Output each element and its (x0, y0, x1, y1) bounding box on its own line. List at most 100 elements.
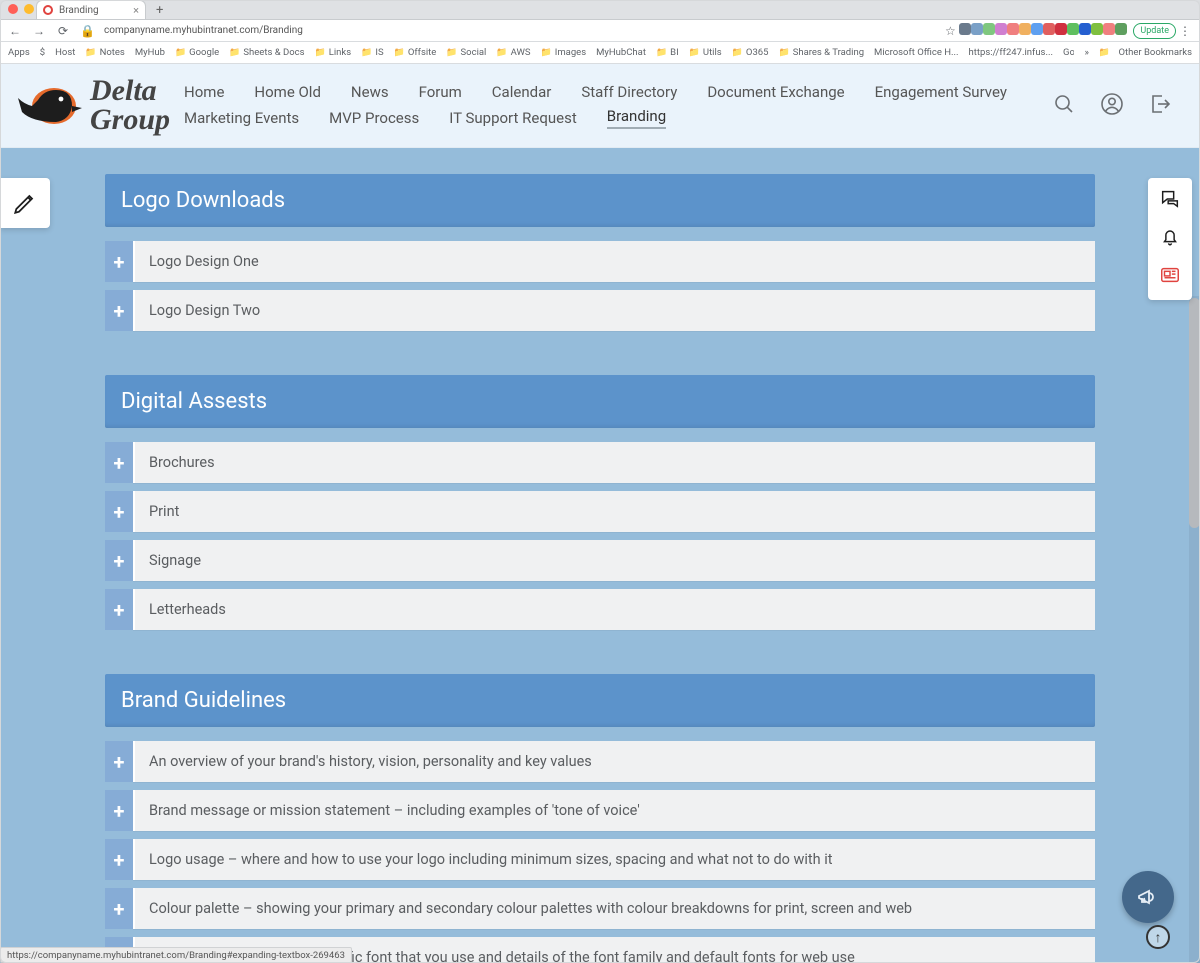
edit-page-button[interactable] (0, 178, 50, 228)
accordion-label[interactable]: Logo Design Two (133, 290, 1095, 331)
accordion-label[interactable]: Logo usage – where and how to use your l… (133, 839, 1095, 880)
accordion-item[interactable]: +Signage (105, 540, 1095, 581)
scrollbar-thumb[interactable] (1189, 298, 1200, 528)
accordion-label[interactable]: Logo Design One (133, 241, 1095, 282)
bookmark-item[interactable]: Images (541, 47, 587, 58)
nav-marketing-events[interactable]: Marketing Events (184, 109, 299, 127)
search-icon[interactable] (1052, 92, 1076, 120)
url-field[interactable]: companyname.myhubintranet.com/Branding (104, 25, 303, 36)
nav-news[interactable]: News (351, 83, 389, 101)
other-bookmarks[interactable]: Other Bookmarks (1099, 47, 1192, 58)
expand-icon[interactable]: + (105, 741, 133, 782)
chat-icon[interactable] (1159, 188, 1181, 214)
bookmark-item[interactable]: O365 (732, 47, 769, 58)
accordion-label[interactable]: Signage (133, 540, 1095, 581)
extension-icon[interactable] (971, 23, 983, 35)
nav-it-support-request[interactable]: IT Support Request (449, 109, 577, 127)
extension-icon[interactable] (1019, 23, 1031, 35)
expand-icon[interactable]: + (105, 241, 133, 282)
close-window-icon[interactable] (8, 4, 18, 14)
accordion-label[interactable]: Colour palette – showing your primary an… (133, 888, 1095, 929)
expand-icon[interactable]: + (105, 491, 133, 532)
logout-icon[interactable] (1148, 92, 1172, 120)
extension-icon[interactable] (959, 23, 971, 35)
expand-icon[interactable]: + (105, 589, 133, 630)
bookmark-item[interactable]: MyHubChat (596, 47, 646, 58)
extension-icon[interactable] (1007, 23, 1019, 35)
extension-icon[interactable] (1115, 23, 1127, 35)
expand-icon[interactable]: + (105, 290, 133, 331)
accordion-item[interactable]: +Logo Design Two (105, 290, 1095, 331)
bookmark-item[interactable]: Utils (689, 47, 722, 58)
nav-staff-directory[interactable]: Staff Directory (581, 83, 677, 101)
bookmark-item[interactable]: Microsoft Office H... (874, 47, 959, 58)
accordion-item[interactable]: +Letterheads (105, 589, 1095, 630)
accordion-label[interactable]: Brand message or mission statement – inc… (133, 790, 1095, 831)
extension-icon[interactable] (1055, 23, 1067, 35)
accordion-item[interactable]: +Brochures (105, 442, 1095, 483)
nav-reload-icon[interactable]: ⟳ (56, 24, 70, 38)
nav-forward-icon[interactable]: → (32, 24, 46, 38)
accordion-label[interactable]: Letterheads (133, 589, 1095, 630)
browser-tab[interactable]: Branding × (36, 0, 146, 19)
bookmark-item[interactable]: Links (315, 47, 352, 58)
accordion-label[interactable]: Print (133, 491, 1095, 532)
bookmark-item[interactable]: BI (656, 47, 679, 58)
extension-icon[interactable] (1079, 23, 1091, 35)
accordion-label[interactable]: An overview of your brand's history, vis… (133, 741, 1095, 782)
expand-icon[interactable]: + (105, 790, 133, 831)
accordion-item[interactable]: +Logo usage – where and how to use your … (105, 839, 1095, 880)
extension-icon[interactable] (1043, 23, 1055, 35)
minimize-window-icon[interactable] (24, 4, 34, 14)
accordion-item[interactable]: +An overview of your brand's history, vi… (105, 741, 1095, 782)
star-bookmark-icon[interactable]: ☆ (943, 24, 957, 38)
nav-forum[interactable]: Forum (419, 83, 462, 101)
megaphone-button[interactable] (1122, 871, 1174, 923)
bookmark-item[interactable]: Google (175, 47, 219, 58)
extension-icon[interactable] (1103, 23, 1115, 35)
profile-icon[interactable] (1100, 92, 1124, 120)
bookmark-item[interactable]: Shares & Trading (778, 47, 864, 58)
nav-home[interactable]: Home (184, 83, 224, 101)
news-icon[interactable] (1159, 264, 1181, 290)
bookmark-item[interactable]: https://ff247.infus... (969, 47, 1053, 58)
extension-icon[interactable] (1031, 23, 1043, 35)
extension-icon[interactable] (995, 23, 1007, 35)
accordion-item[interactable]: +Print (105, 491, 1095, 532)
bookmark-item[interactable]: $ (40, 47, 45, 58)
expand-icon[interactable]: + (105, 839, 133, 880)
close-tab-icon[interactable]: × (133, 4, 139, 17)
bookmark-item[interactable]: Apps (8, 47, 30, 58)
nav-back-icon[interactable]: ← (8, 24, 22, 38)
nav-mvp-process[interactable]: MVP Process (329, 109, 419, 127)
nav-engagement-survey[interactable]: Engagement Survey (875, 83, 1007, 101)
bookmark-item[interactable]: Offsite (394, 47, 437, 58)
site-logo[interactable]: Delta Group (12, 76, 170, 136)
nav-document-exchange[interactable]: Document Exchange (707, 83, 844, 101)
bell-icon[interactable] (1159, 226, 1181, 252)
accordion-item[interactable]: +Colour palette – showing your primary a… (105, 888, 1095, 929)
bookmark-item[interactable]: AWS (496, 47, 530, 58)
accordion-item[interactable]: +Logo Design One (105, 241, 1095, 282)
bookmark-item[interactable]: IS (361, 47, 383, 58)
browser-menu-icon[interactable]: ⋮ (1178, 24, 1192, 38)
bookmark-item[interactable]: GoDaddy Certifica... (1063, 47, 1074, 58)
scroll-to-top-button[interactable]: ↑ (1146, 925, 1170, 949)
nav-calendar[interactable]: Calendar (492, 83, 552, 101)
bookmark-item[interactable]: MyHub (135, 47, 165, 58)
accordion-label[interactable]: Brochures (133, 442, 1095, 483)
expand-icon[interactable]: + (105, 540, 133, 581)
bookmark-item[interactable]: Notes (85, 47, 124, 58)
extension-icon[interactable] (1091, 23, 1103, 35)
bookmarks-chevrons-icon[interactable]: » (1084, 47, 1088, 58)
nav-home-old[interactable]: Home Old (254, 83, 321, 101)
new-tab-button[interactable]: + (156, 3, 163, 18)
bookmark-item[interactable]: Host (55, 47, 75, 58)
bookmark-item[interactable]: Sheets & Docs (229, 47, 304, 58)
accordion-item[interactable]: +Brand message or mission statement – in… (105, 790, 1095, 831)
update-button[interactable]: Update (1133, 23, 1176, 39)
bookmark-item[interactable]: Social (446, 47, 486, 58)
extension-icon[interactable] (1067, 23, 1079, 35)
nav-branding[interactable]: Branding (607, 107, 666, 129)
expand-icon[interactable]: + (105, 888, 133, 929)
